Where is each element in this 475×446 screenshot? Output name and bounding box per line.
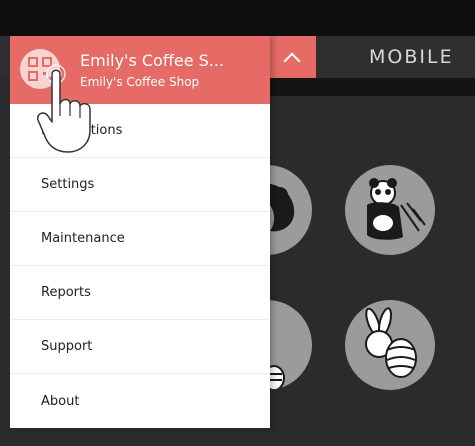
menu-item-support[interactable]: Support (10, 320, 270, 374)
menu-item-label: Support (41, 339, 93, 354)
menu-item-settings[interactable]: Settings (10, 158, 270, 212)
tab-bar-shadow (268, 78, 475, 96)
pointing-hand-icon (36, 64, 91, 153)
tile-panda[interactable] (345, 165, 435, 255)
menu-item-reports[interactable]: Reports (10, 266, 270, 320)
bunny-icon (365, 307, 417, 378)
tab-mobile[interactable]: MOBILE (369, 46, 454, 68)
tile-bunny[interactable] (345, 300, 435, 390)
menu-item-label: Reports (41, 285, 91, 300)
chevron-up-icon (283, 52, 301, 70)
collapse-tab[interactable] (268, 36, 316, 78)
menu-item-label: Maintenance (41, 231, 125, 246)
menu-item-maintenance[interactable]: Maintenance (10, 212, 270, 266)
status-bar (0, 0, 475, 36)
panda-icon (367, 178, 426, 240)
menu-item-about[interactable]: About (10, 374, 270, 428)
menu-item-label: About (41, 393, 80, 409)
menu-item-label: Settings (41, 177, 95, 192)
